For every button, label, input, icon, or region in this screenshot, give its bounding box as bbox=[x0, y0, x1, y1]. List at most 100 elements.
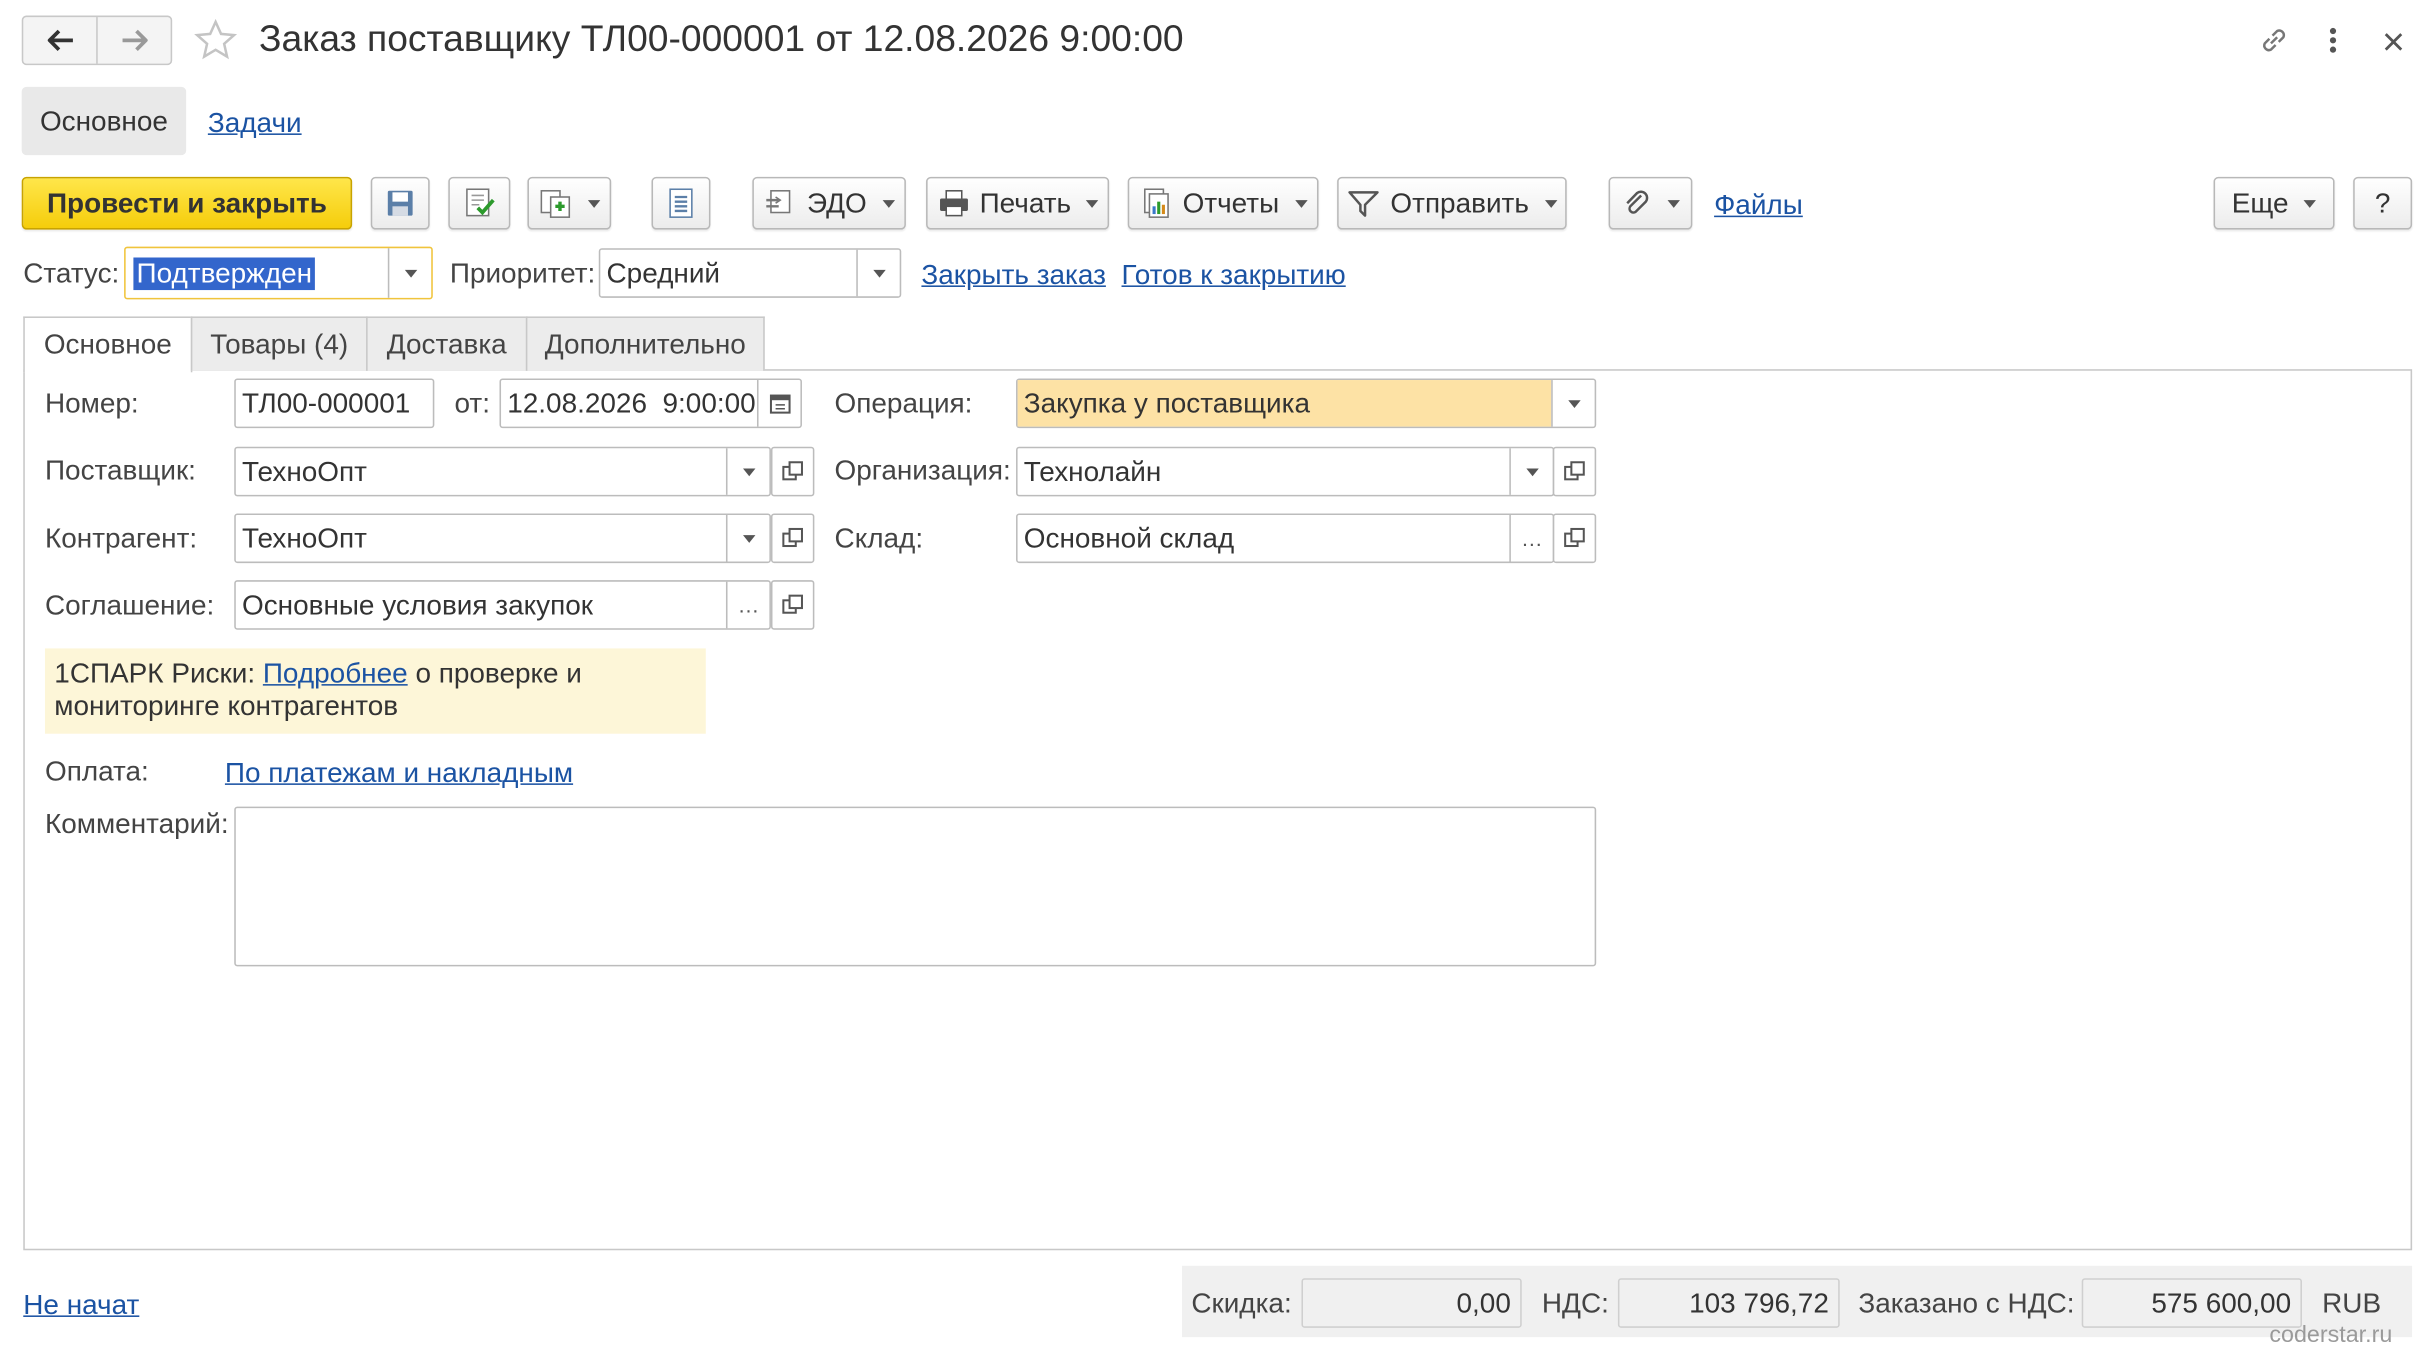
date-label: от: bbox=[454, 387, 490, 419]
send-icon bbox=[1348, 191, 1380, 217]
structure-button[interactable] bbox=[651, 176, 711, 230]
operation-value: Закупка у поставщика bbox=[1023, 387, 1311, 419]
vat-label: НДС: bbox=[1541, 1287, 1609, 1319]
warehouse-select-button[interactable]: … bbox=[1509, 514, 1552, 562]
more-menu-button[interactable] bbox=[2317, 22, 2348, 59]
state-link[interactable]: Не начат bbox=[23, 1287, 139, 1321]
organization-open-button[interactable] bbox=[1552, 446, 1597, 497]
discount-value: 0,00 bbox=[1301, 1278, 1522, 1328]
save-icon bbox=[387, 190, 413, 216]
tab-goods[interactable]: Товары (4) bbox=[190, 316, 368, 371]
tab-delivery[interactable]: Доставка bbox=[366, 316, 528, 371]
tab-main-section[interactable]: Основное bbox=[21, 86, 187, 156]
favorite-button[interactable] bbox=[189, 16, 242, 66]
counterparty-field[interactable]: ТехноОпт bbox=[234, 513, 771, 564]
payment-label: Оплата: bbox=[44, 755, 149, 787]
open-window-icon bbox=[1564, 461, 1585, 481]
link-button[interactable] bbox=[2255, 22, 2292, 59]
tab-tasks-link[interactable]: Задачи bbox=[208, 105, 302, 139]
warehouse-value: Основной склад bbox=[1023, 521, 1235, 554]
help-button[interactable]: ? bbox=[2353, 176, 2413, 230]
status-dropdown-button[interactable] bbox=[387, 248, 431, 298]
organization-label: Организация: bbox=[834, 454, 1011, 486]
post-and-close-button[interactable]: Провести и закрыть bbox=[21, 176, 353, 230]
reports-label: Отчеты bbox=[1182, 186, 1280, 218]
open-window-icon bbox=[782, 527, 803, 548]
close-button[interactable] bbox=[2376, 22, 2410, 59]
create-based-on-button[interactable] bbox=[527, 176, 612, 230]
supplier-field[interactable]: ТехноОпт bbox=[234, 446, 771, 497]
save-button[interactable] bbox=[370, 176, 430, 230]
priority-select[interactable]: Средний bbox=[598, 248, 902, 298]
chevron-down-icon bbox=[742, 534, 755, 543]
organization-dropdown-button[interactable] bbox=[1509, 448, 1552, 495]
supplier-open-button[interactable] bbox=[770, 446, 815, 497]
ordered-with-vat-label: Заказано с НДС: bbox=[1858, 1287, 2075, 1319]
agreement-value: Основные условия закупок bbox=[241, 588, 593, 620]
send-label: Отправить bbox=[1390, 186, 1529, 218]
warehouse-open-button[interactable] bbox=[1552, 513, 1597, 564]
chevron-down-icon bbox=[1567, 399, 1580, 408]
spark-details-link[interactable]: Подробнее bbox=[263, 658, 408, 689]
number-field[interactable]: ТЛ00-000001 bbox=[234, 378, 435, 429]
forward-button[interactable] bbox=[96, 17, 170, 64]
chevron-down-icon bbox=[742, 467, 755, 476]
reports-button[interactable]: Отчеты bbox=[1127, 176, 1319, 230]
comment-label: Комментарий: bbox=[44, 808, 229, 840]
agreement-select-button[interactable]: … bbox=[725, 581, 769, 629]
priority-dropdown-button[interactable] bbox=[856, 249, 899, 297]
status-select[interactable]: Подтвержден bbox=[124, 246, 433, 300]
edo-button[interactable]: ЭДО bbox=[752, 176, 906, 230]
vat-value: 103 796,72 bbox=[1617, 1278, 1840, 1328]
open-window-icon bbox=[782, 594, 803, 614]
counterparty-value: ТехноОпт bbox=[241, 521, 367, 554]
history-nav bbox=[21, 15, 173, 66]
open-window-icon bbox=[782, 461, 803, 481]
help-label: ? bbox=[2374, 186, 2391, 218]
edo-icon bbox=[766, 190, 791, 214]
organization-value: Технолайн bbox=[1023, 455, 1162, 487]
spark-prefix: 1СПАРК Риски: bbox=[54, 657, 256, 689]
chevron-down-icon bbox=[872, 269, 885, 277]
counterparty-dropdown-button[interactable] bbox=[725, 514, 769, 562]
tab-additional[interactable]: Дополнительно bbox=[525, 316, 765, 371]
warehouse-field[interactable]: Основной склад … bbox=[1016, 513, 1555, 564]
tab-main[interactable]: Основное bbox=[23, 316, 193, 373]
counterparty-label: Контрагент: bbox=[44, 522, 198, 554]
back-arrow-icon bbox=[47, 29, 73, 51]
star-icon bbox=[194, 18, 238, 60]
printer-icon bbox=[939, 190, 968, 217]
comment-textarea[interactable] bbox=[234, 806, 1597, 967]
edo-label: ЭДО bbox=[806, 186, 867, 218]
chevron-down-icon bbox=[1525, 467, 1539, 476]
print-button[interactable]: Печать bbox=[926, 176, 1110, 230]
operation-dropdown-button[interactable] bbox=[1551, 380, 1594, 427]
warehouse-label: Склад: bbox=[834, 522, 924, 554]
window-title: Заказ поставщику ТЛ00-000001 от 12.08.20… bbox=[259, 18, 1184, 61]
more-actions-button[interactable]: Еще bbox=[2213, 176, 2335, 230]
send-button[interactable]: Отправить bbox=[1337, 176, 1567, 230]
post-button[interactable] bbox=[448, 176, 511, 230]
tab-delivery-label: Доставка bbox=[386, 328, 507, 360]
supplier-dropdown-button[interactable] bbox=[725, 448, 769, 495]
spark-suffix: о проверке и bbox=[415, 657, 582, 689]
ready-to-close-link[interactable]: Готов к закрытию bbox=[1122, 257, 1346, 291]
operation-select[interactable]: Закупка у поставщика bbox=[1016, 378, 1597, 429]
back-button[interactable] bbox=[23, 17, 96, 64]
counterparty-open-button[interactable] bbox=[770, 513, 815, 564]
attachments-button[interactable] bbox=[1608, 176, 1693, 230]
operation-label: Операция: bbox=[834, 387, 973, 419]
organization-field[interactable]: Технолайн bbox=[1016, 446, 1555, 497]
agreement-open-button[interactable] bbox=[770, 580, 815, 630]
more-vert-icon bbox=[2329, 27, 2337, 53]
date-field[interactable]: 12.08.2026 9:00:00 bbox=[499, 378, 802, 429]
discount-label: Скидка: bbox=[1191, 1287, 1292, 1319]
payment-link[interactable]: По платежам и накладным bbox=[225, 755, 573, 789]
files-link[interactable]: Файлы bbox=[1714, 188, 1803, 222]
agreement-field[interactable]: Основные условия закупок … bbox=[234, 580, 771, 630]
watermark: coderstar.ru bbox=[2269, 1321, 2393, 1348]
link-icon bbox=[2263, 29, 2286, 52]
close-order-link[interactable]: Закрыть заказ bbox=[921, 257, 1105, 291]
calendar-button[interactable] bbox=[756, 380, 800, 427]
currency-label: RUB bbox=[2322, 1287, 2382, 1319]
